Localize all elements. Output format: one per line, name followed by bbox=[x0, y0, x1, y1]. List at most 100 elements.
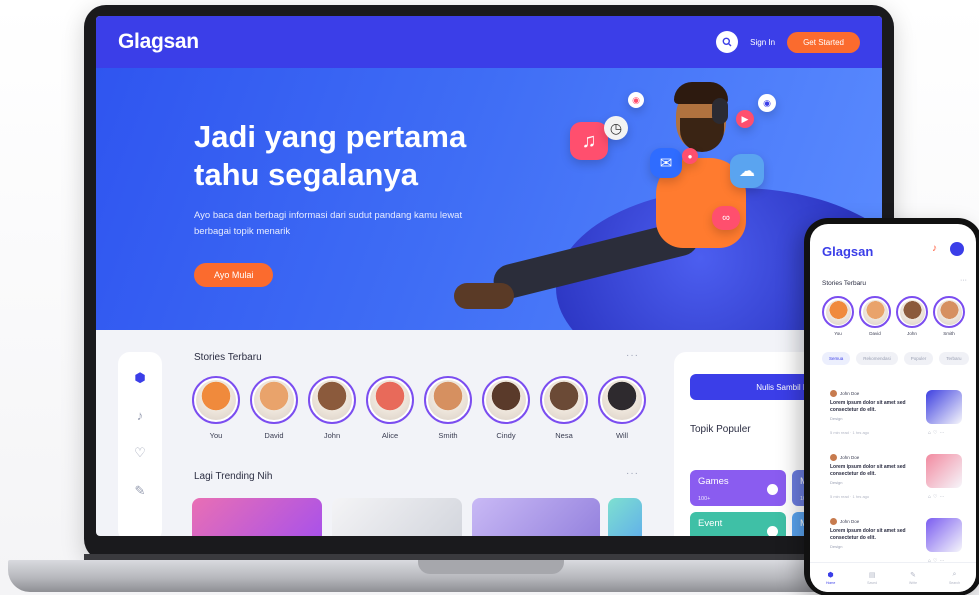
story-name: You bbox=[834, 331, 842, 336]
trending-thumbnail[interactable] bbox=[472, 498, 600, 536]
story-name: Smith bbox=[943, 331, 955, 336]
search-icon: ⌕ bbox=[952, 570, 957, 578]
topic-card[interactable]: Event100+ bbox=[690, 512, 786, 536]
bottom-nav-home[interactable]: ⬢ Home bbox=[826, 571, 835, 585]
trending-thumbnails bbox=[192, 498, 642, 536]
mobile-story-item[interactable]: You bbox=[822, 296, 854, 336]
topic-label: Event bbox=[698, 518, 723, 529]
more-icon[interactable]: ··· bbox=[960, 277, 967, 284]
hero-subtext: Ayo baca dan berbagi informasi dari sudu… bbox=[194, 210, 463, 237]
bookmark-icon: ▤ bbox=[868, 571, 876, 579]
story-item[interactable]: Will bbox=[598, 376, 646, 440]
avatar[interactable] bbox=[950, 242, 964, 256]
post-title: Lorem ipsum dolor sit amet sed consectet… bbox=[830, 400, 906, 413]
mockup-stage: Glagsan Sign In Get Started Jadi yang pe… bbox=[0, 0, 979, 595]
story-avatar-ring bbox=[896, 296, 928, 328]
more-icon[interactable]: ··· bbox=[626, 468, 639, 479]
story-avatar bbox=[428, 380, 468, 420]
story-avatar bbox=[899, 299, 925, 325]
topics-title: Topik Populer bbox=[690, 424, 751, 435]
heart-icon[interactable]: ♡ bbox=[134, 445, 146, 461]
mobile-story-item[interactable]: John bbox=[896, 296, 928, 336]
story-avatar bbox=[312, 380, 352, 420]
music-icon: ♫ bbox=[570, 122, 608, 160]
navbar-actions: Sign In Get Started bbox=[716, 31, 860, 53]
get-started-button[interactable]: Get Started bbox=[787, 31, 860, 53]
mobile-logo[interactable]: Glagsan bbox=[822, 244, 873, 259]
story-item[interactable]: David bbox=[250, 376, 298, 440]
search-icon[interactable] bbox=[716, 31, 739, 53]
trending-thumbnail[interactable] bbox=[332, 498, 462, 536]
story-avatar-ring bbox=[482, 376, 530, 424]
laptop-notch bbox=[418, 560, 564, 574]
story-name: John bbox=[907, 331, 917, 336]
record-icon: ◉ bbox=[758, 94, 776, 112]
story-item[interactable]: Cindy bbox=[482, 376, 530, 440]
story-name: You bbox=[209, 431, 223, 440]
sidebar: ⬢ ♪ ♡ ✎ bbox=[118, 352, 162, 536]
post-category: Design bbox=[830, 416, 843, 421]
topic-card[interactable]: Games 100+ bbox=[690, 470, 786, 506]
mobile-story-item[interactable]: Smith bbox=[933, 296, 965, 336]
post-author: John Doe bbox=[830, 518, 859, 525]
story-avatar-ring bbox=[192, 376, 240, 424]
story-item[interactable]: You bbox=[192, 376, 240, 440]
post-meta: 5 min read · 1 hrs ago bbox=[830, 430, 870, 435]
hero-cta-button[interactable]: Ayo Mulai bbox=[194, 263, 274, 287]
cloud-icon: ☁ bbox=[730, 154, 764, 188]
story-item[interactable]: Nesa bbox=[540, 376, 588, 440]
mobile-tab[interactable]: Rekomendasi bbox=[856, 352, 898, 365]
story-item[interactable]: Alice bbox=[366, 376, 414, 440]
gamepad-icon: ∞ bbox=[712, 206, 740, 230]
brand-logo[interactable]: Glagsan bbox=[118, 30, 199, 54]
post-thumbnail[interactable] bbox=[926, 390, 962, 424]
post-thumbnail[interactable] bbox=[926, 454, 962, 488]
post-author-name: John Doe bbox=[840, 391, 860, 396]
topic-count: 100+ bbox=[698, 496, 711, 502]
mobile-story-item[interactable]: David bbox=[859, 296, 891, 336]
chevron-right-icon[interactable]: › bbox=[626, 391, 642, 407]
story-item[interactable]: Smith bbox=[424, 376, 472, 440]
mobile-tabs: Semua Rekomendasi Populer Terbaru bbox=[822, 352, 969, 365]
post-thumbnail[interactable] bbox=[926, 518, 962, 552]
home-icon[interactable]: ⬢ bbox=[134, 370, 145, 386]
mobile-post[interactable]: John Doe Lorem ipsum dolor sit amet sed c… bbox=[822, 454, 972, 512]
hero-banner: Jadi yang pertama tahu segalanya Ayo bac… bbox=[96, 68, 882, 330]
bottom-nav-label: Write bbox=[908, 580, 918, 585]
bell-icon[interactable]: ♪ bbox=[137, 408, 144, 423]
signin-link[interactable]: Sign In bbox=[750, 38, 775, 47]
headphone-illustration bbox=[712, 98, 728, 124]
bottom-nav-saved[interactable]: ▤ Saved bbox=[867, 571, 877, 585]
story-avatar bbox=[370, 380, 410, 420]
trending-thumbnail[interactable] bbox=[608, 498, 642, 536]
arrow-icon bbox=[767, 484, 778, 495]
story-avatar bbox=[196, 380, 236, 420]
bottom-nav-write[interactable]: ✎ Write bbox=[909, 571, 917, 585]
mobile-tab[interactable]: Terbaru bbox=[939, 352, 969, 365]
laptop-screen: Glagsan Sign In Get Started Jadi yang pe… bbox=[96, 16, 882, 536]
bell-icon[interactable]: ♪ bbox=[932, 243, 944, 255]
badge-icon: ● bbox=[682, 148, 698, 164]
trending-thumbnail[interactable] bbox=[192, 498, 322, 536]
bottom-nav-search[interactable]: ⌕ Search bbox=[949, 571, 960, 585]
edit-icon[interactable]: ✎ bbox=[135, 483, 146, 499]
mobile-post[interactable]: John Doe Lorem ipsum dolor sit amet sed c… bbox=[822, 390, 972, 448]
avatar bbox=[830, 518, 837, 525]
mobile-tab[interactable]: Populer bbox=[903, 352, 934, 365]
story-avatar bbox=[544, 380, 584, 420]
story-item[interactable]: John bbox=[308, 376, 356, 440]
arrow-icon bbox=[767, 526, 778, 536]
trending-title: Lagi Trending Nih bbox=[194, 471, 273, 482]
story-avatar-ring bbox=[424, 376, 472, 424]
story-avatar-ring bbox=[366, 376, 414, 424]
mobile-header-actions: ♪ bbox=[932, 242, 964, 256]
post-actions[interactable]: ⌂♡⋯ bbox=[928, 430, 947, 436]
topic-label: Games bbox=[698, 476, 729, 487]
more-icon[interactable]: ··· bbox=[626, 350, 639, 361]
post-actions[interactable]: ⌂♡⋯ bbox=[928, 494, 947, 500]
story-name: Alice bbox=[381, 431, 399, 440]
navbar: Glagsan Sign In Get Started bbox=[96, 16, 882, 68]
post-author-name: John Doe bbox=[840, 455, 860, 460]
story-avatar bbox=[825, 299, 851, 325]
mobile-tab[interactable]: Semua bbox=[822, 352, 851, 365]
